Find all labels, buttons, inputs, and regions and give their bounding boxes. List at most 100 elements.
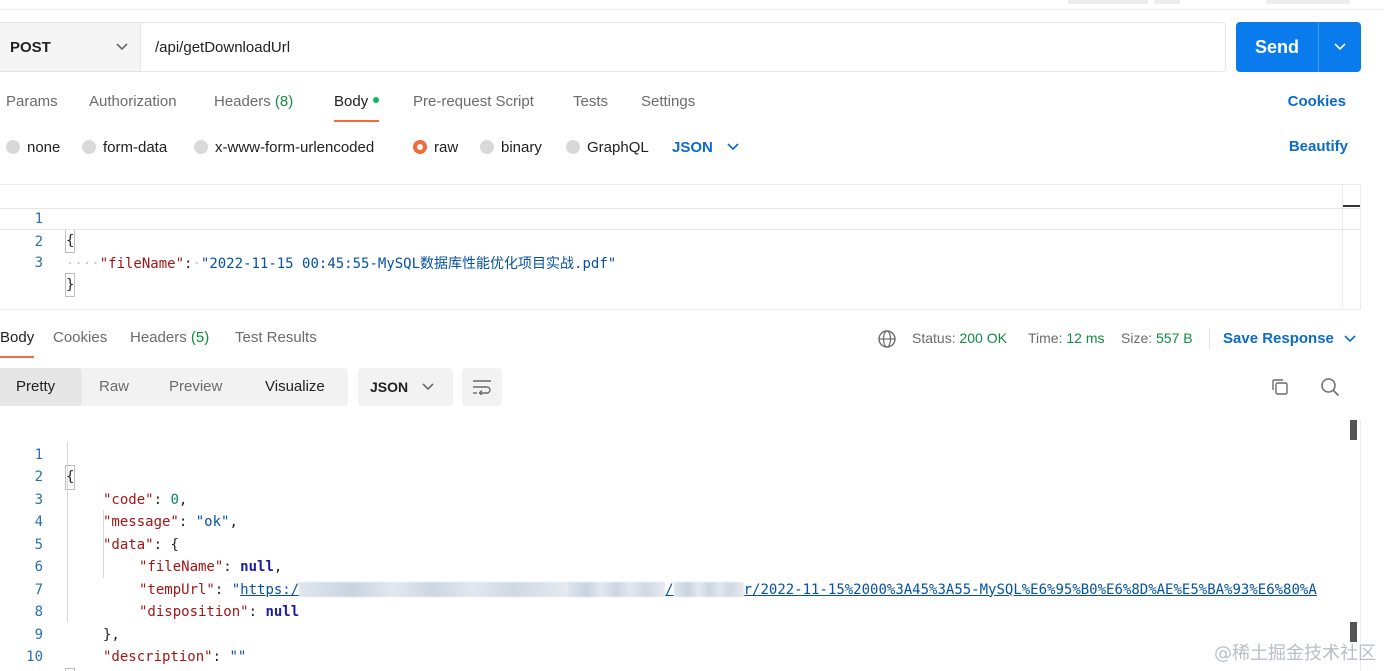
tab-params[interactable]: Params [6, 84, 58, 122]
chevron-down-icon [116, 43, 128, 51]
tab-response-cookies[interactable]: Cookies [53, 320, 107, 358]
status-value: 200 OK [959, 330, 1007, 346]
json-key: "fileName" [99, 256, 185, 272]
radio-circle[interactable] [566, 140, 580, 154]
view-preview[interactable]: Preview [153, 368, 238, 406]
response-tabs: Body Cookies Headers (5) Test Results St… [0, 320, 1384, 358]
tab-label: Tests [573, 93, 609, 110]
view-visualize[interactable]: Visualize [249, 368, 341, 406]
tab-response-body[interactable]: Body [0, 320, 35, 358]
line-number: 3 [34, 255, 43, 271]
method-label: POST [10, 38, 51, 56]
status-readout[interactable]: Status: 200 OK [912, 320, 1007, 356]
tab-tests[interactable]: Tests [573, 84, 608, 122]
radio-label: none [27, 138, 61, 156]
language-select[interactable]: JSON [672, 132, 739, 162]
code-line: 1 { [0, 186, 1360, 253]
divider [1209, 329, 1210, 349]
tab-label: Authorization [89, 93, 177, 110]
radio-label: GraphQL [587, 138, 649, 156]
code-line: 2 "code": 0, [0, 444, 1360, 508]
code-line: 4 "data": { [0, 489, 1360, 553]
view-pretty[interactable]: Pretty [0, 368, 82, 406]
tab-label: Headers [214, 93, 271, 110]
tab-body[interactable]: Body [334, 84, 380, 122]
size-label: Size: [1121, 330, 1153, 346]
tab-pre-request-script[interactable]: Pre-request Script [413, 84, 534, 122]
save-response-button[interactable]: Save Response [1223, 320, 1356, 358]
chevron-down-icon [422, 383, 434, 391]
radio-circle-selected[interactable] [413, 140, 427, 154]
code-line: 6 "tempUrl": "https:// r/2022-11-15%2000%… [0, 534, 1360, 598]
radio-binary[interactable]: binary [480, 132, 542, 162]
radio-circle[interactable] [194, 140, 208, 154]
radio-none[interactable]: none [6, 132, 60, 162]
radio-label: raw [434, 138, 459, 156]
code-line: 1 { [0, 421, 1360, 490]
tab-label: Pre-request Script [413, 93, 534, 110]
code-line-current: 2 ····"fileName":·"2022-11-15 00:45:55-M… [0, 208, 1360, 272]
radio-circle[interactable] [480, 140, 494, 154]
tab-hint [1266, 0, 1350, 4]
tab-label: Params [6, 93, 58, 110]
search-icon[interactable] [1320, 377, 1340, 397]
code-line: 8 }, [0, 579, 1360, 643]
response-view-toggle: Pretty Raw Preview Visualize [0, 368, 348, 406]
tab-label: Cookies [53, 329, 108, 346]
code-text: ····"fileName":·"2022-11-15 00:45:55-MyS… [66, 256, 617, 272]
radio-raw[interactable]: raw [413, 132, 458, 162]
request-tabs: Params Authorization Headers (8) Body Pr… [0, 84, 1384, 122]
code-line: 3 "message": "ok", [0, 466, 1360, 531]
time-readout[interactable]: Time: 12 ms [1028, 320, 1105, 356]
chevron-down-icon [727, 143, 739, 151]
wrap-lines-button[interactable] [462, 368, 502, 406]
code-text: } [64, 273, 76, 297]
send-button[interactable]: Send [1236, 22, 1361, 72]
watermark: @稀土掘金技术社区 [1214, 643, 1376, 664]
radio-label: binary [501, 138, 542, 156]
tab-authorization[interactable]: Authorization [89, 84, 177, 122]
url-input[interactable] [141, 23, 1225, 71]
cookies-link[interactable]: Cookies [1288, 84, 1346, 120]
tab-hint [1068, 0, 1148, 4]
radio-label: form-data [103, 138, 168, 156]
radio-label: x-www-form-urlencoded [215, 138, 375, 156]
radio-form-data[interactable]: form-data [82, 132, 167, 162]
code-line: 7 "disposition": null [0, 556, 1360, 621]
copy-icon[interactable] [1270, 377, 1290, 397]
size-readout[interactable]: Size: 557 B [1121, 320, 1193, 356]
radio-x-www-form-urlencoded[interactable]: x-www-form-urlencoded [194, 132, 374, 162]
headers-count: (8) [274, 93, 294, 110]
send-label[interactable]: Send [1236, 22, 1318, 72]
response-scrollbar-thumb[interactable] [1350, 420, 1357, 440]
tab-response-headers[interactable]: Headers (5) [130, 320, 209, 358]
tab-headers[interactable]: Headers (8) [214, 84, 293, 122]
chevron-down-icon [1334, 43, 1346, 51]
format-label: JSON [370, 379, 409, 395]
line-number: 10 [26, 649, 43, 665]
request-body-editor[interactable]: 1 { 2 ····"fileName":·"2022-11-15 00:45:… [0, 184, 1361, 310]
response-body-viewer[interactable]: 1 { 2 "code": 0, 3 "message": "ok", 4 "d… [0, 420, 1361, 671]
time-value: 12 ms [1066, 330, 1105, 346]
globe-icon[interactable] [877, 329, 897, 349]
method-select[interactable]: POST [0, 23, 141, 71]
top-strip [0, 0, 1384, 10]
tab-label: Body [334, 93, 369, 110]
response-format-select[interactable]: JSON [358, 368, 453, 406]
tab-settings[interactable]: Settings [641, 84, 695, 122]
send-options-button[interactable] [1318, 22, 1361, 72]
size-value: 557 B [1156, 330, 1193, 346]
tab-label: Test Results [235, 329, 317, 346]
radio-circle[interactable] [82, 140, 96, 154]
radio-graphql[interactable]: GraphQL [566, 132, 649, 162]
editor-scrollbar[interactable] [1342, 185, 1360, 309]
headers-count: (5) [190, 329, 210, 346]
beautify-link[interactable]: Beautify [1289, 132, 1348, 162]
tab-test-results[interactable]: Test Results [235, 320, 317, 358]
radio-circle[interactable] [6, 140, 20, 154]
scrollbar-thumb[interactable] [1343, 205, 1360, 207]
json-key: "description" [103, 649, 213, 665]
view-raw[interactable]: Raw [83, 368, 145, 406]
code-line: 9 "description": "" [0, 601, 1360, 666]
tab-hint [1154, 0, 1180, 4]
